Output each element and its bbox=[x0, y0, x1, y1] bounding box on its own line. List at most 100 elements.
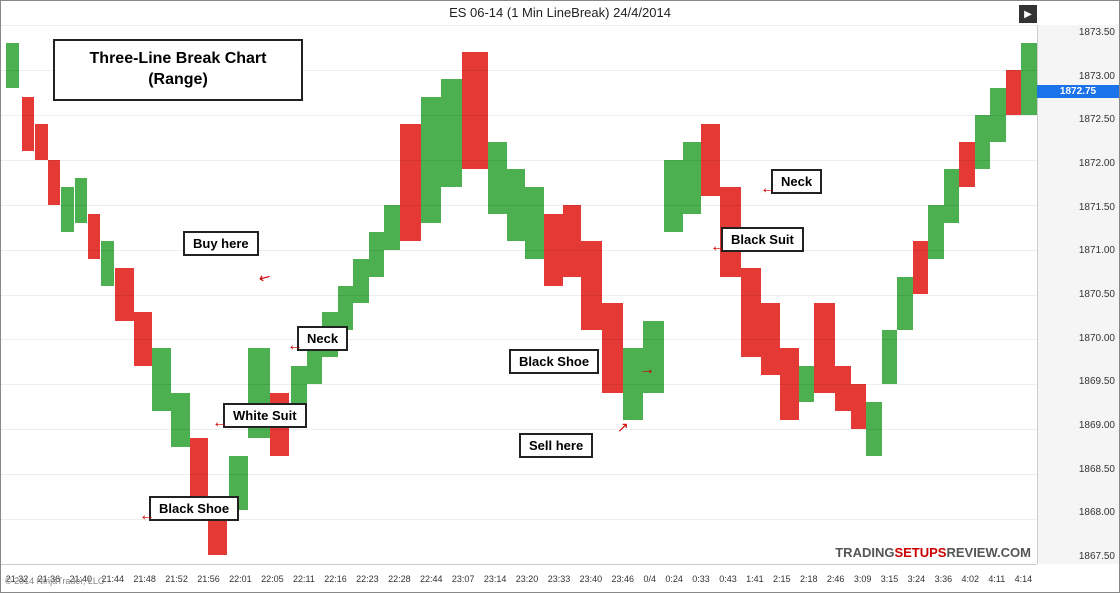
sell-here-label: Sell here bbox=[529, 438, 583, 453]
buy-here-box: Buy here bbox=[183, 231, 259, 256]
grid-line bbox=[1, 295, 1037, 296]
grid-line bbox=[1, 384, 1037, 385]
price-axis: 1873.501873.001872.501872.001871.501871.… bbox=[1037, 25, 1119, 564]
time-label: 4:02 bbox=[962, 574, 980, 584]
time-label: 3:15 bbox=[881, 574, 899, 584]
candle bbox=[400, 124, 421, 241]
candle bbox=[338, 286, 354, 331]
time-axis: 21:3221:3621:4021:4421:4821:5221:5622:01… bbox=[1, 564, 1037, 592]
time-label: 0:24 bbox=[665, 574, 683, 584]
grid-line bbox=[1, 25, 1037, 26]
candle bbox=[353, 259, 369, 304]
time-label: 22:01 bbox=[229, 574, 252, 584]
white-suit-label: White Suit bbox=[233, 408, 297, 423]
neck-lower-arrow: ← bbox=[287, 337, 303, 355]
black-shoe-lower-box: Black Shoe bbox=[149, 496, 239, 521]
sell-here-arrow: ↗ bbox=[617, 419, 629, 436]
candle bbox=[35, 124, 47, 160]
black-suit-arrow: ← bbox=[710, 238, 726, 256]
price-label: 1868.50 bbox=[1038, 464, 1119, 475]
time-label: 0:43 bbox=[719, 574, 737, 584]
price-label: 1867.50 bbox=[1038, 551, 1119, 562]
candle bbox=[488, 142, 507, 214]
time-label: 21:48 bbox=[133, 574, 156, 584]
candle bbox=[441, 79, 462, 187]
grid-line bbox=[1, 339, 1037, 340]
price-label: 1870.00 bbox=[1038, 333, 1119, 344]
time-label: 21:52 bbox=[165, 574, 188, 584]
candle bbox=[851, 384, 867, 429]
black-shoe-upper-arrow: → bbox=[639, 361, 655, 379]
time-label: 3:09 bbox=[854, 574, 872, 584]
watermark-dotcom: .COM bbox=[997, 545, 1031, 560]
candle bbox=[643, 321, 664, 393]
copyright: © 2014 NinjaTrader, LLC bbox=[5, 576, 104, 586]
watermark-trading: TRADING bbox=[835, 545, 894, 560]
time-label: 21:44 bbox=[101, 574, 124, 584]
candle bbox=[944, 169, 960, 223]
time-label: 22:28 bbox=[388, 574, 411, 584]
black-shoe-lower-label: Black Shoe bbox=[159, 501, 229, 516]
candle bbox=[1021, 43, 1037, 115]
time-label: 3:36 bbox=[935, 574, 953, 584]
time-label: 23:46 bbox=[612, 574, 635, 584]
price-label: 1872.50 bbox=[1038, 114, 1119, 125]
candle bbox=[563, 205, 582, 277]
black-suit-label: Black Suit bbox=[731, 232, 794, 247]
price-label: 1873.50 bbox=[1038, 27, 1119, 38]
price-label: 1873.00 bbox=[1038, 71, 1119, 82]
sell-here-box: Sell here bbox=[519, 433, 593, 458]
white-suit-box: White Suit bbox=[223, 403, 307, 428]
black-shoe-upper-box: Black Shoe bbox=[509, 349, 599, 374]
candle bbox=[664, 160, 683, 232]
candle bbox=[959, 142, 975, 187]
chart-area bbox=[1, 25, 1037, 564]
candle bbox=[6, 43, 18, 88]
time-label: 23:33 bbox=[548, 574, 571, 584]
candle bbox=[48, 160, 60, 205]
copyright-text: © 2014 NinjaTrader, LLC bbox=[5, 576, 104, 586]
time-label: 23:40 bbox=[580, 574, 603, 584]
time-label: 0:33 bbox=[692, 574, 710, 584]
grid-line bbox=[1, 474, 1037, 475]
title-annotation-box: Three-Line Break Chart (Range) bbox=[53, 39, 303, 101]
black-shoe-upper-label: Black Shoe bbox=[519, 354, 589, 369]
candle bbox=[384, 205, 400, 250]
play-button[interactable] bbox=[1019, 5, 1037, 23]
time-label: 21:56 bbox=[197, 574, 220, 584]
grid-line bbox=[1, 205, 1037, 206]
candle bbox=[1006, 70, 1022, 115]
candle bbox=[581, 241, 602, 331]
candle bbox=[61, 187, 73, 232]
white-suit-arrow: ← bbox=[212, 414, 228, 432]
time-label: 2:15 bbox=[773, 574, 791, 584]
time-label: 3:24 bbox=[908, 574, 926, 584]
time-label: 23:20 bbox=[516, 574, 539, 584]
chart-header: ES 06-14 (1 Min LineBreak) 24/4/2014 bbox=[1, 5, 1119, 20]
candle bbox=[741, 268, 762, 358]
time-label: 22:23 bbox=[356, 574, 379, 584]
watermark-setups: SETUPS bbox=[894, 545, 946, 560]
candle bbox=[88, 214, 100, 259]
chart-title: ES 06-14 (1 Min LineBreak) 24/4/2014 bbox=[449, 5, 671, 20]
time-label: 0/4 bbox=[643, 574, 656, 584]
candle bbox=[602, 303, 623, 393]
buy-here-label: Buy here bbox=[193, 236, 249, 251]
neck-lower-label: Neck bbox=[307, 331, 338, 346]
candle bbox=[101, 241, 113, 286]
price-label: 1869.00 bbox=[1038, 420, 1119, 431]
time-label: 2:46 bbox=[827, 574, 845, 584]
watermark-review: REVIEW bbox=[946, 545, 997, 560]
candle bbox=[152, 348, 171, 411]
current-price-label: 1872.75 bbox=[1060, 86, 1096, 97]
candle bbox=[525, 187, 544, 259]
grid-line bbox=[1, 250, 1037, 251]
time-label: 23:07 bbox=[452, 574, 475, 584]
grid-line bbox=[1, 429, 1037, 430]
neck-upper-label: Neck bbox=[781, 174, 812, 189]
price-label: 1868.00 bbox=[1038, 507, 1119, 518]
neck-upper-arrow: ← bbox=[760, 180, 776, 198]
time-label: 22:16 bbox=[324, 574, 347, 584]
title-line2: (Range) bbox=[148, 71, 208, 88]
time-label: 4:14 bbox=[1015, 574, 1033, 584]
